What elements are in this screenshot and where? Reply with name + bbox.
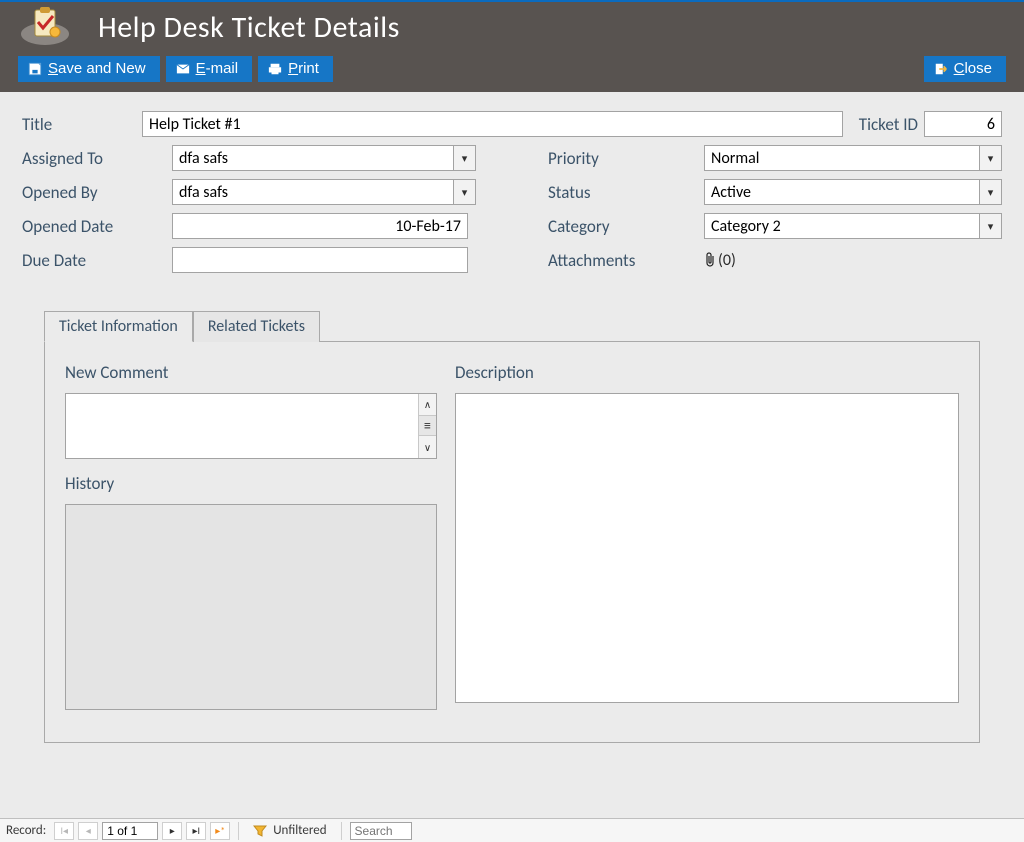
record-position-input[interactable] xyxy=(102,822,158,840)
clipboard-icon xyxy=(18,6,72,48)
due-date-input[interactable] xyxy=(172,247,468,273)
filter-status: Unfiltered xyxy=(273,823,326,838)
priority-select[interactable] xyxy=(704,145,1002,171)
comment-scrollbar[interactable]: ∧ ≡ ∨ xyxy=(418,394,436,458)
nav-new-button[interactable]: ▸* xyxy=(210,822,230,840)
scroll-thumb[interactable]: ≡ xyxy=(419,416,436,436)
save-icon xyxy=(28,62,42,76)
assigned-to-select[interactable] xyxy=(172,145,476,171)
tab-related-tickets[interactable]: Related Tickets xyxy=(193,311,320,342)
nav-last-button[interactable]: ▸I xyxy=(186,822,206,840)
print-icon xyxy=(268,62,282,76)
ticket-id-label: Ticket ID xyxy=(859,114,918,135)
nav-prev-button[interactable]: ◂ xyxy=(78,822,98,840)
priority-label: Priority xyxy=(548,148,704,169)
new-comment-label: New Comment xyxy=(65,362,437,383)
paperclip-icon xyxy=(704,252,716,268)
due-date-label: Due Date xyxy=(22,250,172,271)
scroll-up-icon[interactable]: ∧ xyxy=(419,394,436,416)
record-label: Record: xyxy=(6,823,46,838)
new-comment-textarea[interactable] xyxy=(66,394,418,458)
attachments-field[interactable]: (0) xyxy=(704,251,736,270)
attachments-label: Attachments xyxy=(548,250,704,271)
close-button[interactable]: Close xyxy=(924,56,1006,82)
title-input[interactable] xyxy=(142,111,843,137)
description-label: Description xyxy=(455,362,959,383)
filter-icon xyxy=(253,824,267,838)
category-label: Category xyxy=(548,216,704,237)
history-box xyxy=(65,504,437,710)
opened-date-label: Opened Date xyxy=(22,216,172,237)
tab-ticket-information[interactable]: Ticket Information xyxy=(44,311,193,342)
status-select[interactable] xyxy=(704,179,1002,205)
category-select[interactable] xyxy=(704,213,1002,239)
record-search-input[interactable] xyxy=(350,822,412,840)
scroll-down-icon[interactable]: ∨ xyxy=(419,436,436,458)
print-button[interactable]: Print xyxy=(258,56,333,82)
mail-icon xyxy=(176,62,190,76)
email-button[interactable]: E-mail xyxy=(166,56,253,82)
opened-by-select[interactable] xyxy=(172,179,476,205)
description-textarea[interactable] xyxy=(455,393,959,703)
door-icon xyxy=(934,62,948,76)
page-title: Help Desk Ticket Details xyxy=(98,9,400,46)
nav-first-button[interactable]: I◂ xyxy=(54,822,74,840)
opened-date-input[interactable] xyxy=(172,213,468,239)
assigned-to-label: Assigned To xyxy=(22,148,172,169)
nav-next-button[interactable]: ▸ xyxy=(162,822,182,840)
status-label: Status xyxy=(548,182,704,203)
opened-by-label: Opened By xyxy=(22,182,172,203)
history-label: History xyxy=(65,473,437,494)
save-and-new-button[interactable]: Save and New xyxy=(18,56,160,82)
ticket-id-input[interactable] xyxy=(924,111,1002,137)
title-label: Title xyxy=(22,114,142,135)
